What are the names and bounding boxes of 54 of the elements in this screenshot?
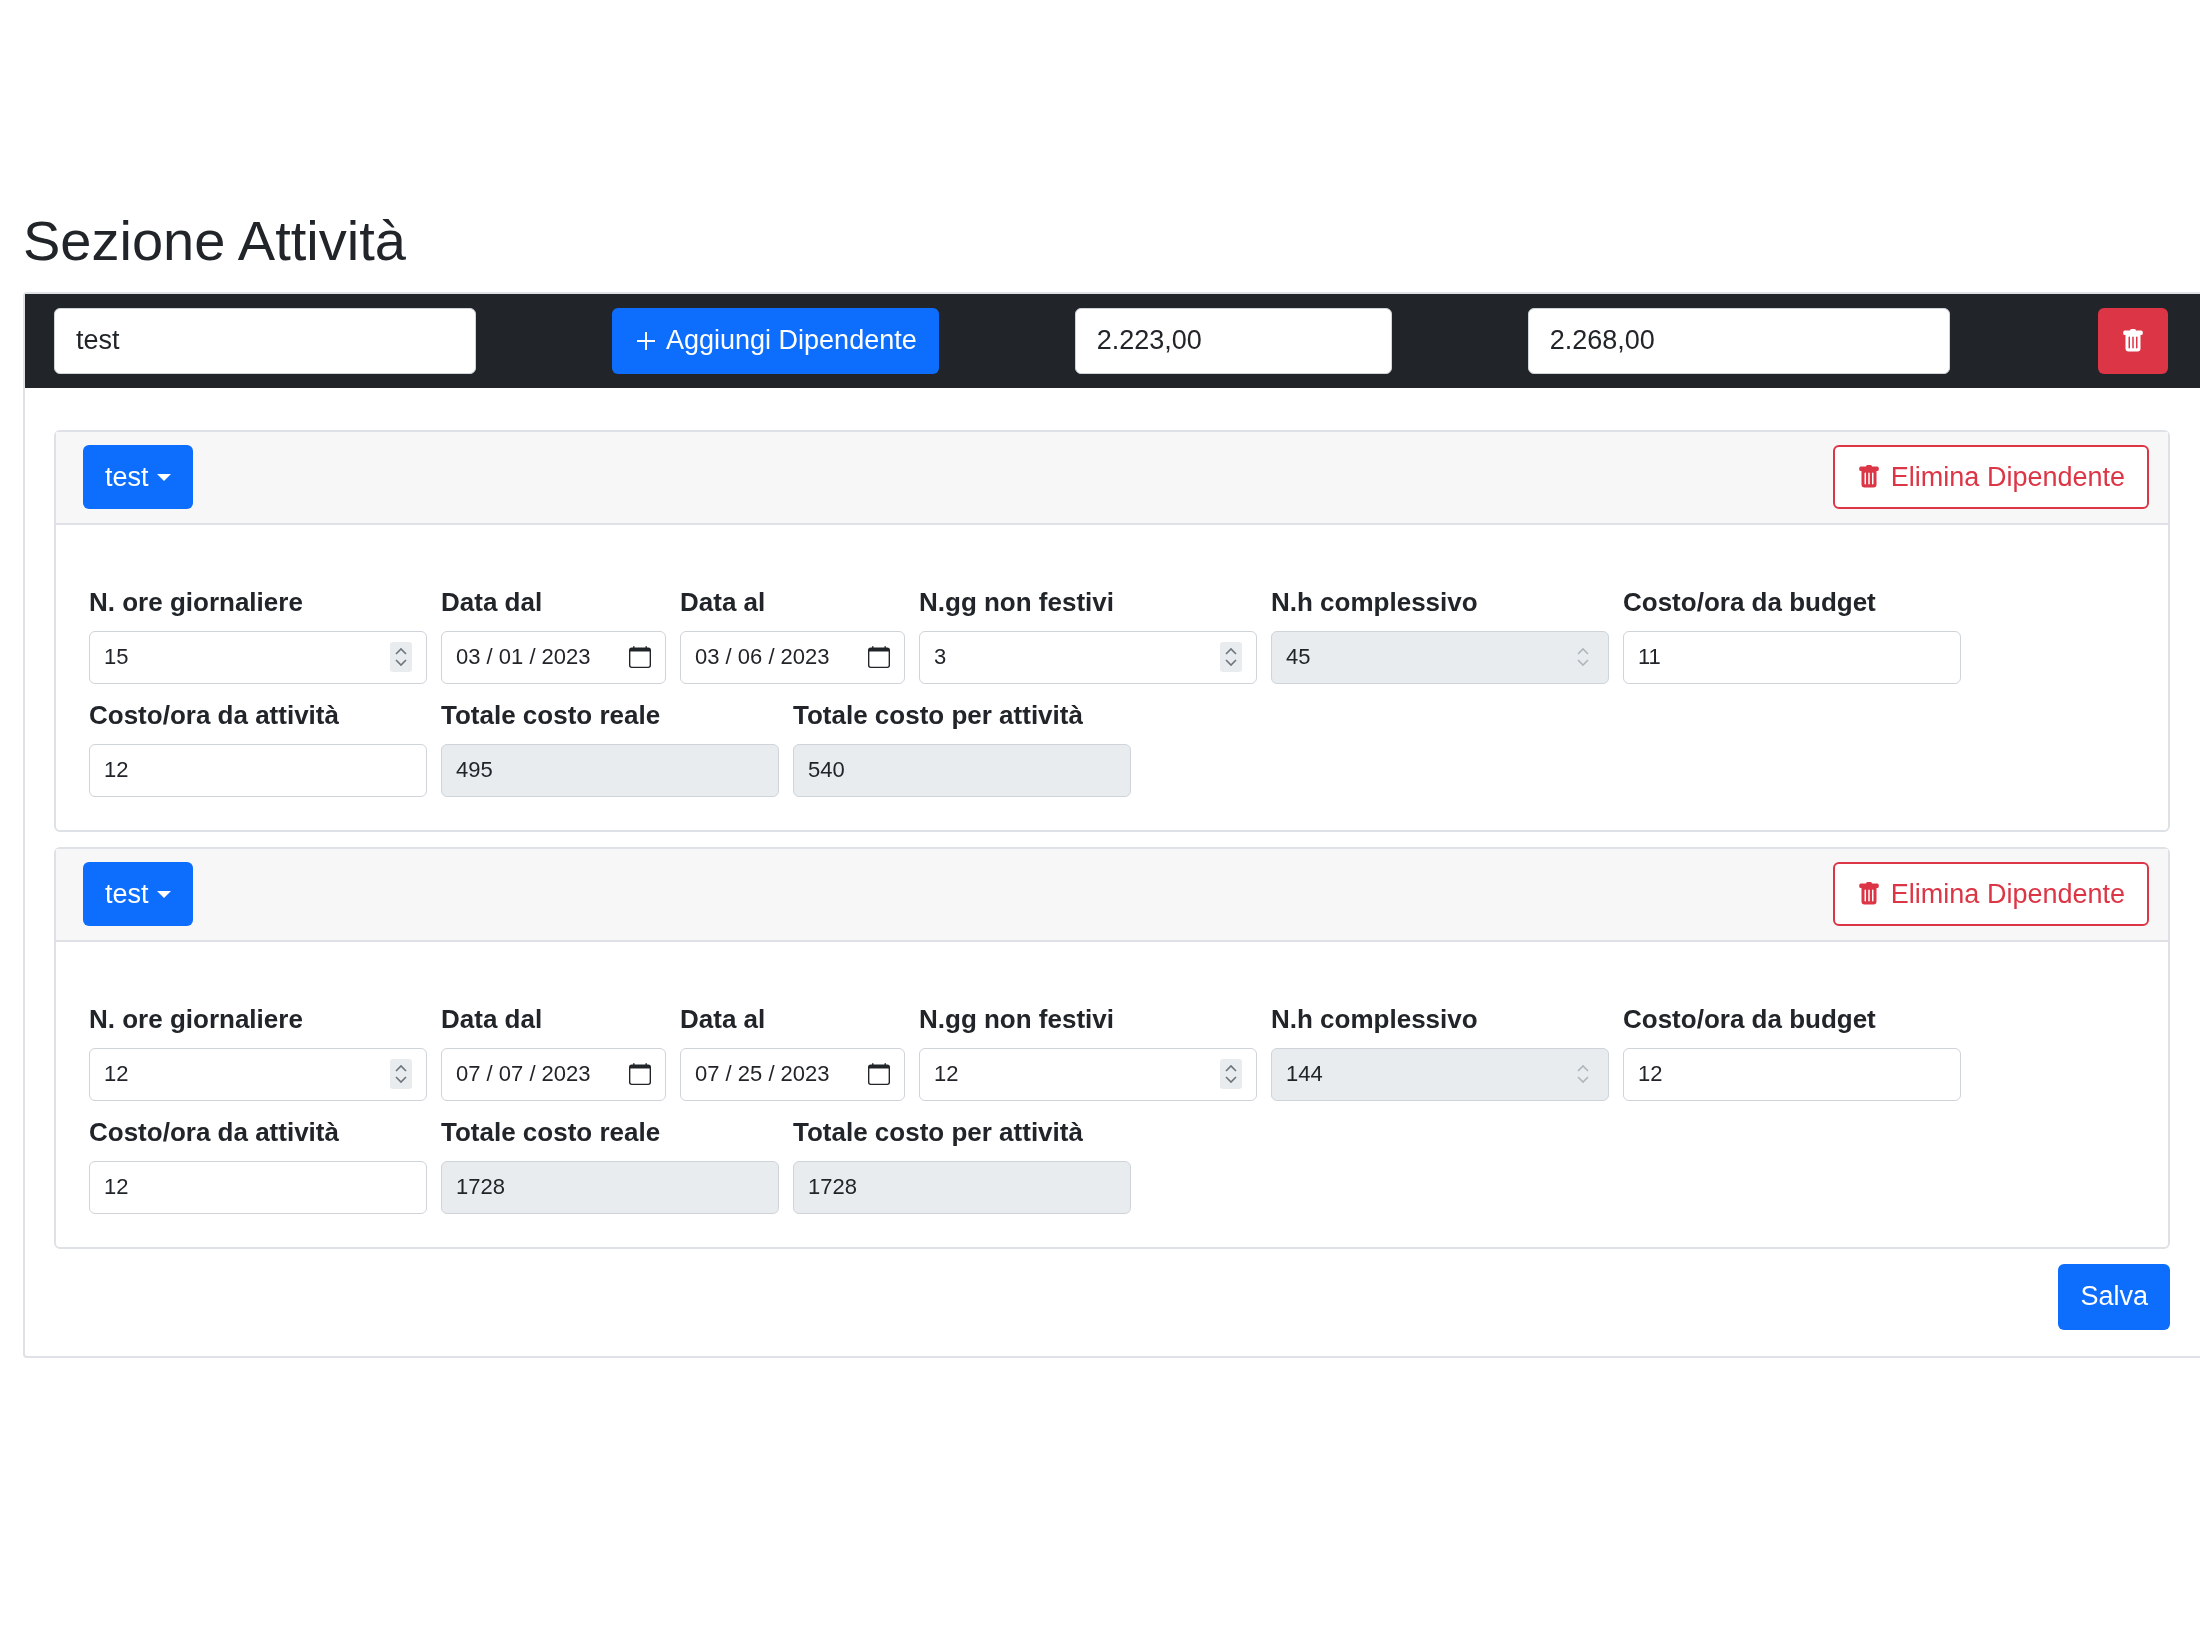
page-title: Sezione Attività (23, 210, 407, 272)
field-label: N.gg non festivi (919, 1002, 1115, 1036)
input-field[interactable]: 11 (1623, 630, 1961, 684)
input-field[interactable]: 3 (919, 630, 1257, 684)
field-label: N. ore giornaliere (89, 585, 304, 619)
field-label: N.h complessivo (1271, 585, 1479, 619)
input-field[interactable]: 12 (919, 1047, 1257, 1101)
delete-employee-button[interactable]: Elimina Dipendente (1832, 445, 2149, 510)
field-label: Data dal (441, 1002, 544, 1036)
input-field[interactable]: 12 (89, 1160, 427, 1214)
add-employee-button[interactable]: Aggiungi Dipendente (612, 307, 939, 374)
field-label: Totale costo per attività (793, 1115, 1084, 1149)
spinner-arrows-icon[interactable] (390, 642, 412, 673)
field-label: Data al (680, 585, 767, 619)
spinner-arrows-icon[interactable] (1220, 1059, 1242, 1090)
caret-icon (156, 472, 171, 483)
field-label: N.h complessivo (1271, 1002, 1479, 1036)
input-field[interactable]: 12 (89, 1047, 427, 1101)
save-button[interactable]: Salva (2058, 1263, 2170, 1330)
trash-icon (1856, 882, 1881, 907)
field-label: N. ore giornaliere (89, 1002, 304, 1036)
spinner-arrows-icon[interactable] (390, 1059, 412, 1090)
calendar-icon[interactable] (868, 1063, 890, 1086)
trash-icon (1856, 465, 1881, 490)
delete-activity-button[interactable] (2098, 307, 2168, 374)
field-label: Costo/ora da attività (89, 698, 340, 732)
field-label: Costo/ora da attività (89, 1115, 340, 1149)
date-field[interactable]: 03 / 06 / 2023 (680, 630, 905, 684)
input-field[interactable]: 12 (1623, 1047, 1961, 1101)
field-label: Costo/ora da budget (1623, 585, 1877, 619)
field-label: Totale costo reale (441, 698, 662, 732)
field-label: Totale costo reale (441, 1115, 662, 1149)
total-field[interactable]: 2.268,00 (1527, 307, 1950, 374)
field-label: N.gg non festivi (919, 585, 1115, 619)
field-label: Data al (680, 1002, 767, 1036)
trash-icon (2121, 328, 2145, 353)
input-field[interactable]: 15 (89, 630, 427, 684)
calendar-icon[interactable] (629, 646, 651, 669)
field-label: Costo/ora da budget (1623, 1002, 1877, 1036)
caret-icon (156, 889, 171, 900)
date-field[interactable]: 07 / 07 / 2023 (441, 1047, 666, 1101)
activity-name-field[interactable]: test (54, 307, 476, 374)
field-label: Data dal (441, 585, 544, 619)
employee-dropdown[interactable]: test (83, 862, 193, 927)
date-field[interactable]: 07 / 25 / 2023 (680, 1047, 905, 1101)
calendar-icon[interactable] (629, 1063, 651, 1086)
input-field[interactable]: 12 (89, 743, 427, 797)
field-label: Totale costo per attività (793, 698, 1084, 732)
delete-employee-button[interactable]: Elimina Dipendente (1832, 862, 2149, 927)
date-field[interactable]: 03 / 01 / 2023 (441, 630, 666, 684)
spinner-arrows-icon[interactable] (1220, 642, 1242, 673)
employee-dropdown[interactable]: test (83, 445, 193, 510)
total-field[interactable]: 2.223,00 (1074, 307, 1392, 374)
calendar-icon[interactable] (868, 646, 890, 669)
